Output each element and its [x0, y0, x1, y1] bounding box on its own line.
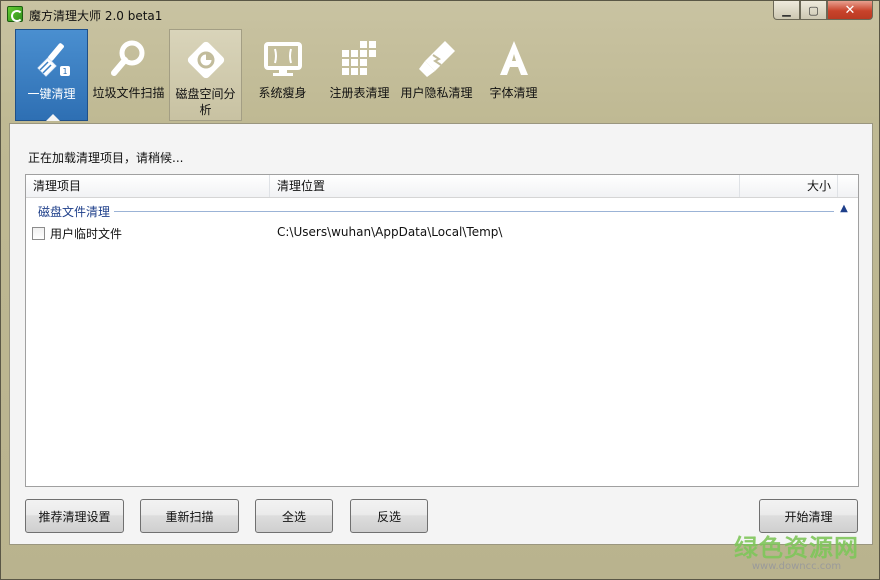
app-window: 魔方清理大师 2.0 beta1 ▁ ▢ ✕ 1 一键清理 垃圾文件扫描 磁盘空…	[0, 0, 880, 580]
tab-registry-clean[interactable]: 注册表清理	[323, 29, 396, 121]
column-header-size[interactable]: 大小	[740, 175, 838, 197]
tab-disk-space-analysis[interactable]: 磁盘空间分析	[169, 29, 242, 121]
item-checkbox[interactable]	[32, 227, 45, 240]
invert-selection-button[interactable]: 反选	[350, 499, 428, 533]
loading-status: 正在加载清理项目，请稍候...	[28, 151, 184, 165]
title-bar[interactable]: 魔方清理大师 2.0 beta1 ▁ ▢ ✕	[1, 1, 879, 27]
tab-label: 系统瘦身	[258, 86, 307, 100]
tab-label: 磁盘空间分析	[175, 87, 236, 117]
item-name: 用户临时文件	[50, 227, 123, 241]
rescan-button[interactable]: 重新扫描	[140, 499, 239, 533]
monitor-icon	[263, 42, 302, 76]
tab-font-clean[interactable]: 字体清理	[477, 29, 550, 121]
tab-label: 字体清理	[489, 86, 538, 100]
app-logo-icon	[7, 6, 23, 22]
window-title: 魔方清理大师 2.0 beta1	[29, 9, 163, 23]
main-toolbar: 1 一键清理 垃圾文件扫描 磁盘空间分析 系统瘦身 注册表清理 用户隐私清理 字…	[15, 29, 550, 123]
content-panel: 正在加载清理项目，请稍候... 清理项目 清理位置 大小 磁盘文件清理 ▲ 用户…	[9, 123, 873, 545]
maximize-button[interactable]: ▢	[800, 1, 827, 20]
group-divider	[38, 211, 834, 212]
clean-items-list[interactable]: 清理项目 清理位置 大小 磁盘文件清理 ▲ 用户临时文件 C:\Users\wu…	[25, 174, 859, 487]
watermark-text-en: www.downcc.com	[751, 561, 842, 572]
tab-label: 垃圾文件扫描	[92, 86, 165, 100]
select-all-button[interactable]: 全选	[255, 499, 333, 533]
group-header[interactable]: 磁盘文件清理 ▲	[26, 198, 858, 222]
registry-blocks-icon	[341, 41, 376, 75]
column-header-filler	[838, 175, 858, 197]
tab-one-click-clean[interactable]: 1 一键清理	[15, 29, 88, 121]
tab-label: 用户隐私清理	[400, 86, 473, 100]
font-a-icon	[499, 41, 528, 75]
disk-analysis-icon	[187, 41, 224, 79]
tab-privacy-clean[interactable]: 用户隐私清理	[400, 29, 473, 121]
group-label: 磁盘文件清理	[38, 203, 115, 220]
magnifier-icon	[110, 40, 144, 76]
window-controls: ▁ ▢ ✕	[773, 1, 873, 21]
tab-label: 注册表清理	[329, 86, 390, 100]
tab-label: 一键清理	[27, 87, 76, 101]
item-path: C:\Users\wuhan\AppData\Local\Temp\	[277, 225, 503, 239]
watermark-text-cn: 绿色资源网	[734, 534, 859, 562]
close-button[interactable]: ✕	[827, 1, 873, 20]
tab-system-slim[interactable]: 系统瘦身	[246, 29, 319, 121]
collapse-chevron-icon[interactable]: ▲	[838, 202, 850, 216]
minimize-button[interactable]: ▁	[773, 1, 800, 20]
tab-junk-file-scan[interactable]: 垃圾文件扫描	[92, 29, 165, 121]
column-header-item[interactable]: 清理项目	[26, 175, 270, 197]
svg-text:1: 1	[62, 67, 67, 76]
recommend-settings-button[interactable]: 推荐清理设置	[25, 499, 124, 533]
watermark: 绿色资源网 www.downcc.com	[734, 535, 859, 573]
column-header-location[interactable]: 清理位置	[270, 175, 740, 197]
start-clean-button[interactable]: 开始清理	[759, 499, 858, 533]
list-header: 清理项目 清理位置 大小	[26, 175, 858, 198]
privacy-shield-icon	[418, 41, 455, 77]
list-item[interactable]: 用户临时文件 C:\Users\wuhan\AppData\Local\Temp…	[26, 222, 858, 244]
broom-icon: 1	[36, 43, 70, 77]
